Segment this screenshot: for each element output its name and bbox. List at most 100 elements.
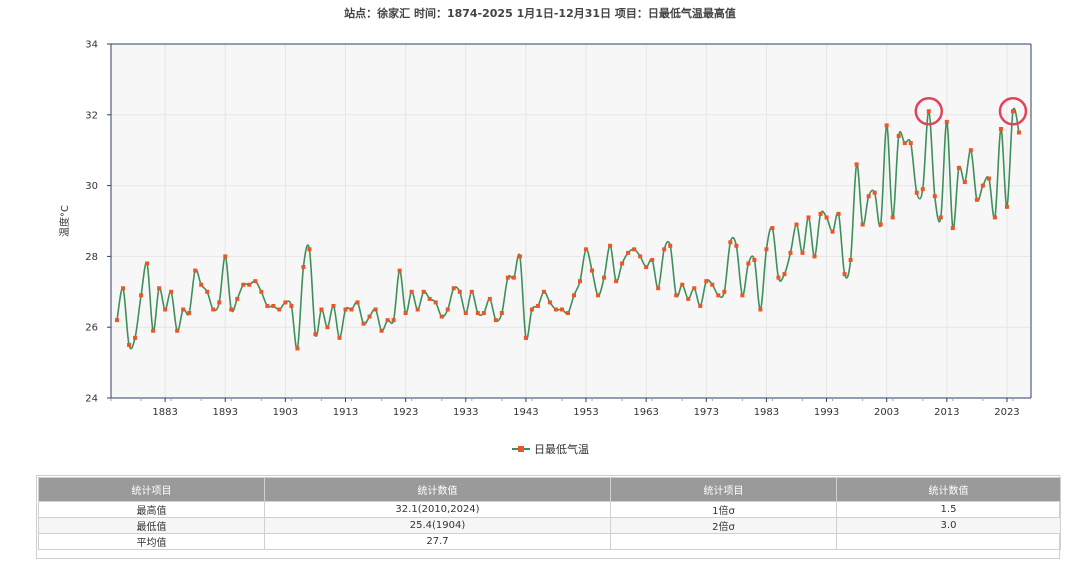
table-row: 最低值 25.4(1904) 2倍σ 3.0: [38, 517, 1061, 534]
data-point: [710, 282, 715, 287]
data-point: [247, 282, 252, 287]
data-point: [842, 272, 847, 277]
data-point: [223, 254, 228, 259]
data-point: [584, 247, 589, 252]
table-row: 最高值 32.1(2010,2024) 1倍σ 1.5: [38, 501, 1061, 518]
data-point: [511, 275, 516, 280]
data-point: [890, 215, 895, 220]
data-point: [644, 265, 649, 270]
data-point: [854, 162, 859, 167]
plot-area: [111, 44, 1031, 398]
data-point: [199, 282, 204, 287]
data-point: [559, 307, 564, 312]
data-point: [193, 268, 198, 273]
stats-cell: 平均值: [38, 533, 265, 550]
data-point: [145, 261, 150, 266]
data-point: [385, 318, 390, 323]
y-tick-label: 28: [85, 252, 98, 263]
stats-cell: 1倍σ: [610, 501, 837, 518]
data-point: [962, 180, 967, 185]
data-point: [716, 293, 721, 298]
stats-cell: 27.7: [264, 533, 611, 550]
data-point: [505, 275, 510, 280]
stats-header-row: 统计项目 统计数值 统计项目 统计数值: [38, 477, 1061, 502]
stats-cell: 3.0: [836, 517, 1061, 534]
x-tick-label: 1983: [754, 407, 779, 418]
data-point: [427, 296, 432, 301]
x-tick-label: 1913: [333, 407, 358, 418]
data-point: [319, 307, 324, 312]
line-chart: 24 26 28 30 32 34 1883 1893 1903 1913 1923 1933 194…: [58, 40, 1032, 418]
data-point: [217, 300, 222, 305]
data-point: [229, 307, 234, 312]
data-point: [848, 257, 853, 262]
data-point: [361, 321, 366, 326]
data-point: [241, 282, 246, 287]
data-point: [758, 307, 763, 312]
data-point: [517, 254, 522, 259]
data-point: [421, 289, 426, 294]
data-point: [764, 247, 769, 252]
data-point: [379, 328, 384, 333]
data-point: [950, 226, 955, 231]
data-point: [535, 303, 540, 308]
data-point: [151, 328, 156, 333]
x-tick-label: 1893: [213, 407, 238, 418]
data-point: [782, 272, 787, 277]
data-point: [121, 286, 126, 291]
data-point: [980, 183, 985, 188]
data-point: [908, 141, 913, 146]
x-tick-label: 2023: [994, 407, 1019, 418]
data-point: [626, 250, 631, 255]
data-point: [481, 311, 486, 316]
data-point: [133, 335, 138, 340]
data-point: [433, 300, 438, 305]
data-point: [313, 332, 318, 337]
data-point: [788, 250, 793, 255]
x-tick-label: 1903: [273, 407, 298, 418]
data-point: [277, 307, 282, 312]
data-point: [181, 307, 186, 312]
data-point: [295, 346, 300, 351]
data-point: [547, 300, 552, 305]
data-point: [800, 250, 805, 255]
data-point: [692, 286, 697, 291]
legend[interactable]: 日最低气温: [512, 441, 589, 457]
data-point: [565, 311, 570, 316]
x-tick-label: 1933: [453, 407, 478, 418]
data-point: [974, 197, 979, 202]
data-point: [902, 141, 907, 146]
data-point: [163, 307, 168, 312]
data-point: [650, 257, 655, 262]
data-point: [794, 222, 799, 227]
x-tick-label: 1923: [393, 407, 418, 418]
data-point: [349, 307, 354, 312]
data-point: [355, 300, 360, 305]
data-point: [638, 254, 643, 259]
table-row: 平均值 27.7: [38, 533, 1061, 550]
data-point: [872, 190, 877, 195]
data-point: [722, 289, 727, 294]
data-point: [620, 261, 625, 266]
data-point: [926, 109, 931, 114]
data-point: [920, 187, 925, 192]
data-point: [998, 126, 1003, 131]
data-point: [439, 314, 444, 319]
stats-cell: 32.1(2010,2024): [264, 501, 611, 518]
data-point: [391, 318, 396, 323]
data-point: [944, 119, 949, 124]
data-point: [157, 286, 162, 291]
data-point: [271, 303, 276, 308]
data-point: [986, 176, 991, 181]
x-tick-label: 1963: [633, 407, 658, 418]
data-point: [457, 289, 462, 294]
data-point: [553, 307, 558, 312]
data-point: [337, 335, 342, 340]
data-point: [938, 215, 943, 220]
data-point: [445, 307, 450, 312]
data-point: [578, 279, 583, 284]
data-point: [680, 282, 685, 287]
data-point: [265, 303, 270, 308]
data-point: [860, 222, 865, 227]
data-point: [331, 303, 336, 308]
